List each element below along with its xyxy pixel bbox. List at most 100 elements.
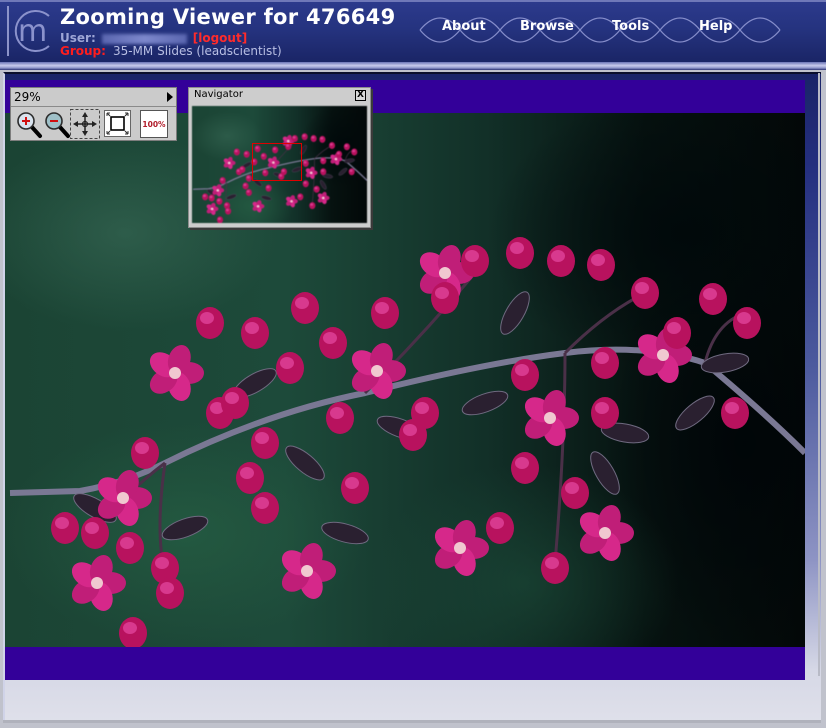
group-info: Group: 35-MM Slides (leadscientist) <box>60 44 282 58</box>
thumb-flower-bud <box>335 150 343 158</box>
flower-bud <box>506 237 534 269</box>
group-value: 35-MM Slides (leadscientist) <box>112 44 282 58</box>
flower-bud <box>291 292 319 324</box>
flower-bud <box>319 327 347 359</box>
flower-bud <box>486 512 514 544</box>
flower-bud <box>221 387 249 419</box>
open-blossom <box>579 505 634 561</box>
group-label: Group: <box>60 44 106 58</box>
top-nav: About Browse Tools Help <box>418 8 788 52</box>
flower-bud <box>251 427 279 459</box>
navigator-close-button[interactable]: X <box>355 90 366 101</box>
flower-bud <box>511 359 539 391</box>
app-header: m Zooming Viewer for 476649 User: [logout… <box>0 0 826 62</box>
leaf <box>161 515 209 541</box>
user-name-redacted <box>101 33 187 44</box>
svg-text:m: m <box>18 14 47 49</box>
thumb-flower-bud <box>225 207 232 215</box>
frame-bottom-edge <box>3 720 821 723</box>
thumb-flower-bud <box>320 168 327 176</box>
thumb-open-blossom <box>305 166 318 179</box>
flower-bud <box>81 517 109 549</box>
flower-bud <box>591 347 619 379</box>
thumb-leaf <box>338 167 348 176</box>
frame-right-edge <box>818 73 820 676</box>
thumb-flower-bud <box>313 185 320 193</box>
flower-bud <box>663 317 691 349</box>
flower-bud <box>733 307 761 339</box>
pan-button[interactable] <box>70 109 100 139</box>
leaf <box>321 521 369 545</box>
magnifier-plus-icon <box>17 112 42 138</box>
thumb-flower-bud <box>297 193 304 201</box>
open-blossom <box>524 390 579 446</box>
navigator-viewport-rect[interactable] <box>252 143 302 181</box>
flower-bud <box>196 307 224 339</box>
actual-size-label: 100% <box>142 120 166 129</box>
nav-about[interactable]: About <box>442 19 486 34</box>
logout-link[interactable]: [logout] <box>193 31 247 45</box>
open-blossom <box>281 543 336 599</box>
nav-tools[interactable]: Tools <box>612 19 649 34</box>
open-blossom <box>149 345 204 401</box>
branch-stem <box>553 352 567 564</box>
thumb-flower-bud <box>320 157 327 165</box>
flower-bud <box>411 397 439 429</box>
thumb-leaf <box>226 194 237 200</box>
nav-help[interactable]: Help <box>699 19 732 34</box>
thumb-flower-bud <box>343 143 350 151</box>
zoom-menu-arrow-icon[interactable] <box>167 92 173 102</box>
thumb-open-blossom <box>223 156 236 170</box>
zoom-toolbar: 29% 100% <box>10 87 177 141</box>
thumb-branch-stem <box>311 158 315 205</box>
thumb-flower-bud <box>310 134 317 142</box>
header-bottom-bevel <box>0 62 826 70</box>
flower-bud <box>721 397 749 429</box>
flower-bud <box>326 402 354 434</box>
thumb-flower-bud <box>302 180 309 188</box>
flower-bud <box>461 245 489 277</box>
thumb-flower-bud <box>233 148 240 156</box>
branch-stem <box>563 291 646 355</box>
leaf <box>285 445 325 481</box>
actual-size-button[interactable]: 100% <box>140 110 168 138</box>
hundred-percent-icon: 100% <box>140 110 168 138</box>
thumb-flower-bud <box>351 148 358 156</box>
flower-bud <box>51 512 79 544</box>
flower-bud <box>251 492 279 524</box>
flower-bud <box>541 552 569 584</box>
zoom-out-button[interactable] <box>42 109 72 139</box>
thumb-flower-bud <box>301 133 308 141</box>
thumb-flower-bud <box>219 176 226 184</box>
leaf <box>675 395 715 431</box>
thumb-flower-bud <box>245 189 252 196</box>
thumb-open-blossom <box>317 191 330 205</box>
navigator-panel: Navigator X <box>188 87 371 228</box>
flower-bud <box>156 577 184 609</box>
nav-browse[interactable]: Browse <box>520 19 574 34</box>
open-blossom <box>71 555 126 611</box>
thumb-flower-bud <box>216 197 223 205</box>
blossom-branch-graphic <box>9 237 805 647</box>
leaf <box>461 390 509 416</box>
flower-bud <box>591 397 619 429</box>
zoomed-image[interactable] <box>5 113 805 647</box>
thumb-branch-stem <box>314 145 333 159</box>
navigator-title: Navigator <box>194 89 243 100</box>
image-viewer-canvas[interactable] <box>5 80 805 680</box>
page-title: Zooming Viewer for 476649 <box>60 5 396 29</box>
flower-bud <box>241 317 269 349</box>
zoom-in-button[interactable] <box>14 109 44 139</box>
fit-window-icon <box>104 110 131 137</box>
user-info: User: [logout] <box>60 31 247 45</box>
thumb-flower-bud <box>243 150 250 158</box>
thumb-flower-bud <box>302 159 309 167</box>
thumb-flower-bud <box>265 184 272 192</box>
thumb-open-blossom <box>286 195 298 208</box>
thumb-flower-bud <box>348 168 355 176</box>
magnifier-minus-icon <box>45 112 70 138</box>
thumb-flower-bud <box>239 166 246 174</box>
flower-bud <box>547 245 575 277</box>
fit-to-window-button[interactable] <box>104 110 131 137</box>
flower-bud <box>276 352 304 384</box>
